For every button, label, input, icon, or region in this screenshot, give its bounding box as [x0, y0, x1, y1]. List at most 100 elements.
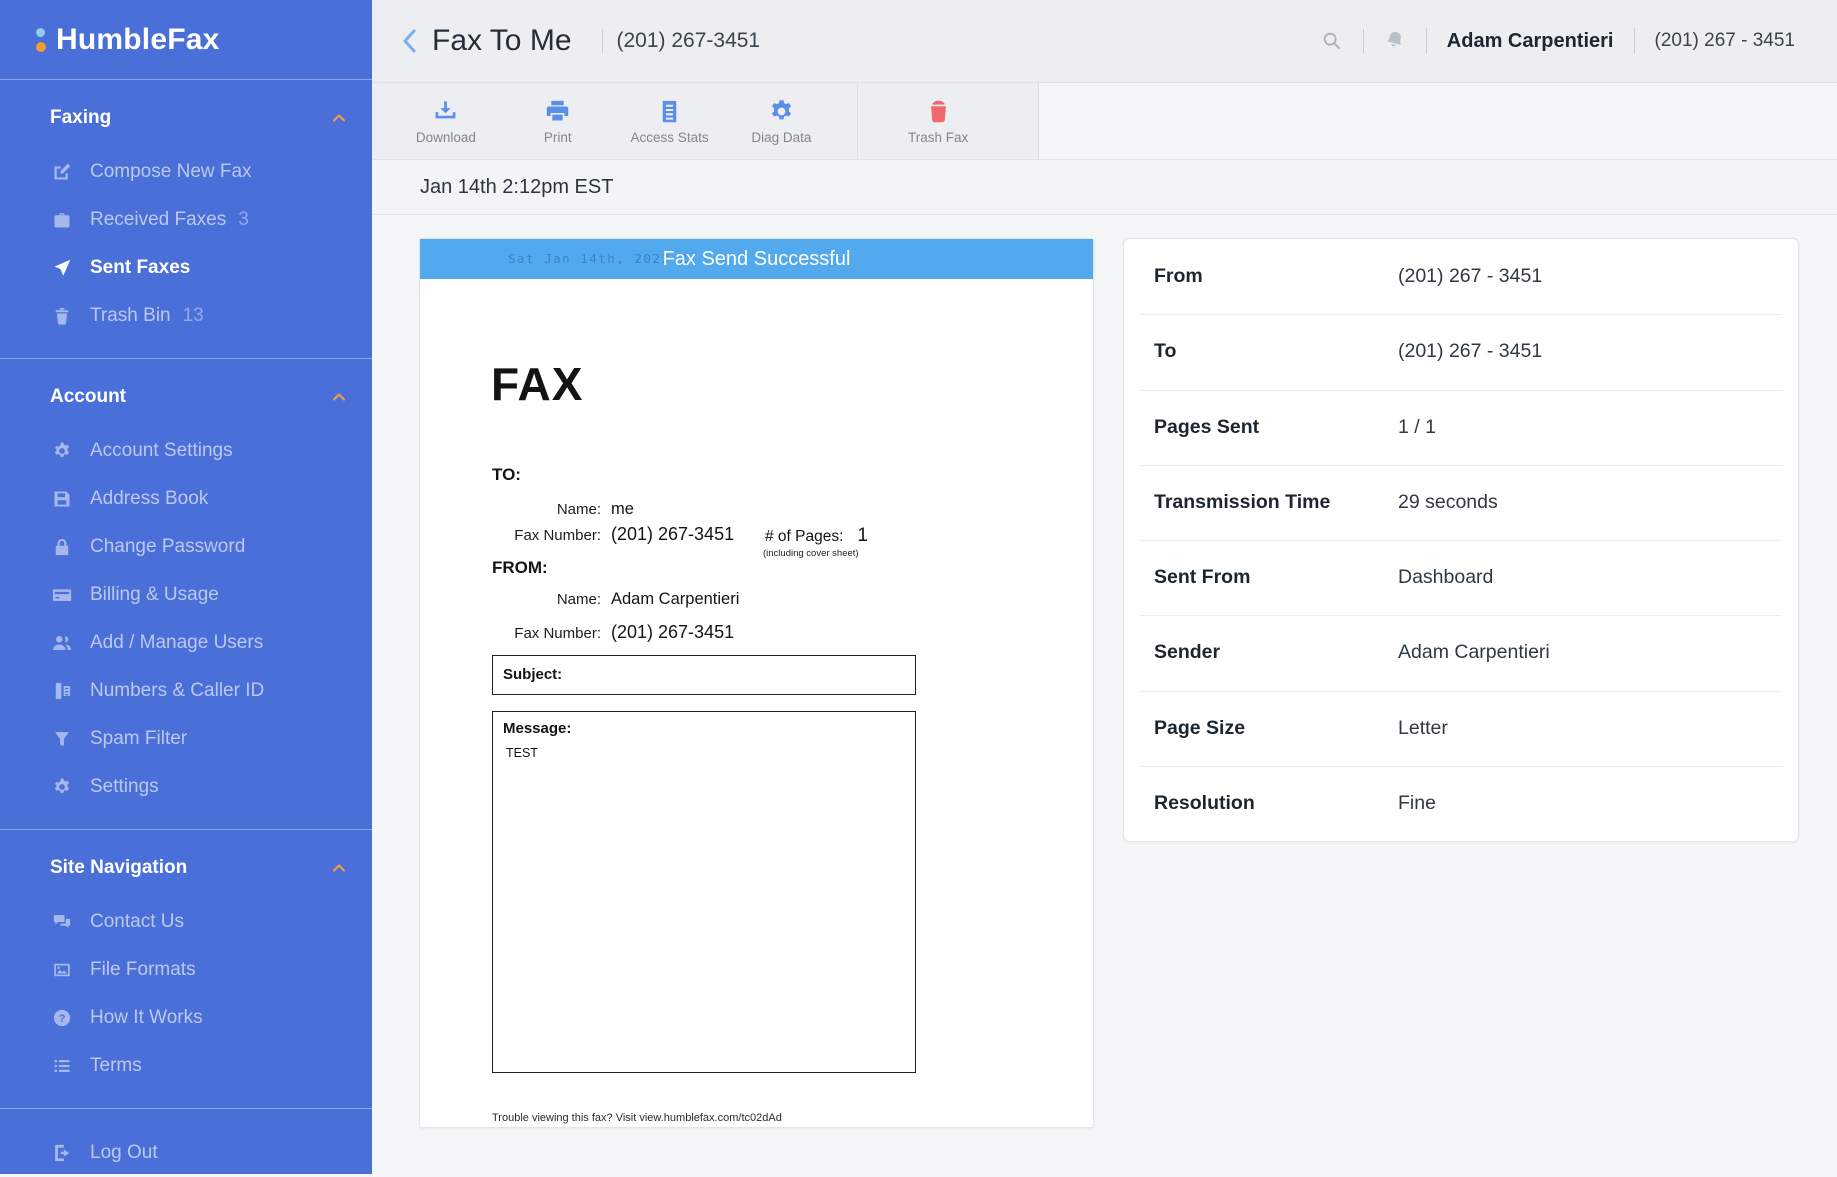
sidebar-item-contact-us[interactable]: Contact Us: [0, 898, 372, 946]
diag-data-button[interactable]: Diag Data: [725, 83, 837, 159]
sidebar-item-account-settings[interactable]: Account Settings: [0, 427, 372, 475]
paper-plane-icon: [54, 259, 71, 276]
sidebar-item-received-faxes[interactable]: Received Faxes 3: [0, 196, 372, 244]
fax-from-name: Adam Carpentieri: [611, 590, 740, 608]
field-label: Name:: [556, 591, 601, 608]
access-stats-button[interactable]: Access Stats: [614, 83, 726, 159]
trash-icon: [930, 100, 946, 122]
sidebar-section-header-account[interactable]: Account: [0, 383, 372, 411]
sidebar-item-compose-new-fax[interactable]: Compose New Fax: [0, 148, 372, 196]
sidebar-item-terms[interactable]: Terms: [0, 1042, 372, 1090]
sidebar-item-add-manage-users[interactable]: Add / Manage Users: [0, 619, 372, 667]
divider: [601, 29, 603, 53]
logo-dots-icon: [36, 27, 46, 52]
back-button[interactable]: [392, 21, 426, 61]
notifications-button[interactable]: [1378, 24, 1412, 58]
sidebar-item-log-out[interactable]: Log Out: [0, 1129, 372, 1177]
toolbar-button-label: Access Stats: [630, 129, 709, 145]
fax-status-text: Fax Send Successful: [662, 248, 851, 270]
detail-label: Sent From: [1154, 566, 1251, 589]
chevron-up-icon: [332, 114, 346, 122]
sidebar-item-label: Log Out: [90, 1142, 158, 1163]
sidebar-item-trash-bin[interactable]: Trash Bin 13: [0, 292, 372, 340]
chevron-up-icon: [332, 393, 346, 401]
users-icon: [53, 636, 71, 650]
fax-to-name: me: [611, 500, 634, 518]
sidebar-section-account: Account Account Settings Address Book Ch…: [0, 359, 372, 830]
sidebar-item-label: Spam Filter: [90, 728, 188, 749]
floppy-icon: [54, 491, 70, 507]
sidebar-item-change-password[interactable]: Change Password: [0, 523, 372, 571]
fax-to-heading: TO:: [492, 465, 521, 484]
humblefax-app: HumbleFax Faxing Compose New Fax Receive…: [0, 0, 1837, 1174]
download-button[interactable]: Download: [390, 83, 502, 159]
fax-to-number: (201) 267-3451: [611, 524, 735, 544]
compose-icon: [54, 163, 71, 180]
detail-label: From: [1154, 265, 1203, 288]
detail-row-sent-from: Sent From Dashboard: [1124, 540, 1798, 615]
user-name[interactable]: Adam Carpentieri: [1447, 30, 1614, 53]
sidebar-item-address-book[interactable]: Address Book: [0, 475, 372, 523]
fax-document-page[interactable]: FAX TO: Name: me Fax Number: (201) 267-3…: [420, 279, 1093, 1127]
sidebar-item-label: Change Password: [90, 536, 246, 557]
funnel-icon: [55, 732, 69, 747]
fax-message-text: TEST: [506, 746, 538, 760]
sidebar: HumbleFax Faxing Compose New Fax Receive…: [0, 0, 372, 1174]
sidebar-item-settings[interactable]: Settings: [0, 763, 372, 811]
sidebar-section-site-navigation: Site Navigation Contact Us File Formats …: [0, 830, 372, 1109]
fax-from-heading: FROM:: [492, 558, 548, 577]
bell-icon: [1386, 32, 1402, 47]
sidebar-item-label: Compose New Fax: [90, 161, 252, 182]
sidebar-item-billing-usage[interactable]: Billing & Usage: [0, 571, 372, 619]
user-phone: (201) 267 - 3451: [1654, 30, 1796, 51]
fax-from-number-row: Fax Number: (201) 267-3451: [460, 622, 734, 643]
gear-icon: [54, 442, 70, 457]
print-button[interactable]: Print: [502, 83, 614, 159]
detail-label: Resolution: [1154, 791, 1255, 814]
credit-card-icon: [52, 589, 72, 601]
fax-status-banner: Sat Jan 14th, 2023 2: Fax Send Successfu…: [420, 239, 1093, 279]
sidebar-item-numbers-caller-id[interactable]: Numbers & Caller ID: [0, 667, 372, 715]
detail-value: (201) 267 - 3451: [1398, 265, 1543, 288]
header-right: Adam Carpentieri (201) 267 - 3451: [1315, 24, 1795, 58]
detail-value: Letter: [1398, 716, 1448, 739]
detail-value: 29 seconds: [1398, 490, 1498, 513]
search-button[interactable]: [1315, 24, 1349, 58]
fax-subject-box: Subject:: [492, 655, 916, 695]
detail-row-from: From (201) 267 - 3451: [1124, 239, 1798, 314]
fax-doc-title: FAX: [491, 358, 584, 410]
inbox-icon: [54, 213, 70, 228]
detail-value: Adam Carpentieri: [1398, 641, 1550, 664]
svg-text:?: ?: [59, 1013, 66, 1025]
sidebar-item-file-formats[interactable]: File Formats: [0, 946, 372, 994]
detail-label: Page Size: [1154, 716, 1246, 739]
app-logo[interactable]: HumbleFax: [0, 0, 372, 80]
detail-row-pages-sent: Pages Sent 1 / 1: [1124, 389, 1798, 465]
fax-message-box: Message: TEST: [492, 711, 916, 1073]
list-icon: [54, 1060, 70, 1072]
sidebar-section-header-site-navigation[interactable]: Site Navigation: [0, 854, 372, 882]
document-stats-icon: [662, 100, 677, 122]
sidebar-item-label: Address Book: [90, 488, 209, 509]
sidebar-item-label: Billing & Usage: [90, 584, 219, 605]
fax-timestamp: Jan 14th 2:12pm EST: [420, 175, 614, 198]
lock-icon: [55, 538, 69, 556]
fax-subject-label: Subject:: [503, 666, 563, 683]
detail-value: Fine: [1398, 791, 1436, 814]
phone-icon: [55, 682, 71, 700]
sidebar-footer: Log Out: [0, 1109, 372, 1177]
sidebar-section-header-faxing[interactable]: Faxing: [0, 104, 372, 132]
gear-icon: [771, 99, 791, 119]
trash-fax-button[interactable]: Trash Fax: [858, 83, 1018, 159]
fax-from-number: (201) 267-3451: [611, 622, 735, 642]
toolbar-button-label: Trash Fax: [908, 129, 969, 145]
sidebar-item-sent-faxes[interactable]: Sent Faxes: [0, 244, 372, 292]
sidebar-item-spam-filter[interactable]: Spam Filter: [0, 715, 372, 763]
fax-to-name-row: Name: me: [460, 500, 634, 519]
gear-icon: [54, 778, 70, 793]
detail-row-transmission-time: Transmission Time 29 seconds: [1124, 464, 1798, 540]
sidebar-item-how-it-works[interactable]: ? How It Works: [0, 994, 372, 1042]
section-label: Faxing: [50, 107, 112, 128]
detail-label: To: [1154, 340, 1177, 363]
